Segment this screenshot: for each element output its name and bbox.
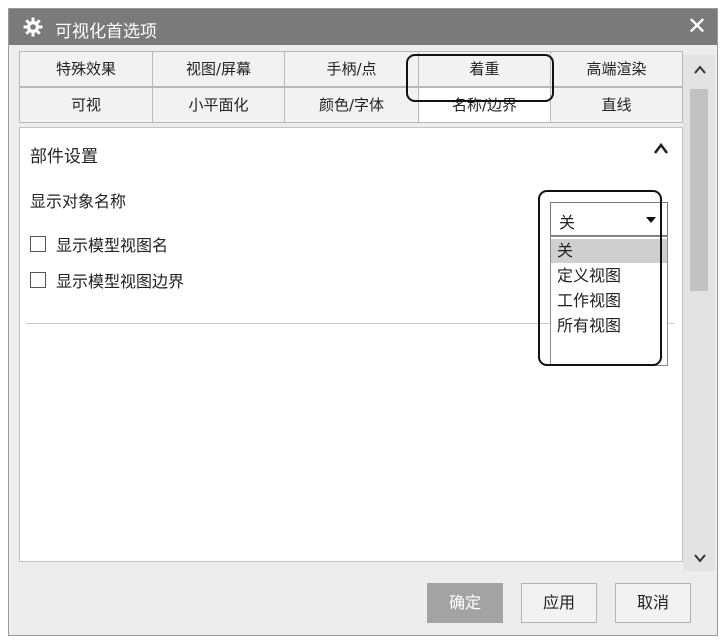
tab-color-font[interactable]: 颜色/字体 [284,87,419,123]
checkbox-box[interactable] [30,272,46,288]
checkbox-box[interactable] [30,236,46,252]
title-bar[interactable]: 可视化首选项 ✕ [9,9,717,45]
ok-button[interactable]: 确定 [427,583,503,623]
scroll-up-icon[interactable] [693,65,707,75]
select-value: 关 [559,213,576,232]
checkbox-label: 显示模型视图名 [56,236,169,255]
tab-names-borders[interactable]: 名称/边界 [418,87,551,123]
preferences-dialog: 可视化首选项 ✕ 特殊效果 视图/屏幕 手柄/点 着重 高端渲染 可视 小平面化… [8,8,718,636]
show-model-view-name-checkbox[interactable]: 显示模型视图名 [30,232,168,256]
section-title: 部件设置 [30,147,98,167]
scroll-down-icon[interactable] [693,553,707,563]
settings-panel: 部件设置 显示对象名称 显示模型视图名 显示模型视图边界 关 关 定义视图 工作… [19,127,683,562]
checkbox-label: 显示模型视图边界 [56,272,185,291]
apply-button[interactable]: 应用 [521,583,597,623]
tab-view-screen[interactable]: 视图/屏幕 [152,51,285,87]
option-off[interactable]: 关 [551,239,667,263]
tab-high-end-rendering[interactable]: 高端渲染 [550,51,683,87]
select-dropdown-list: 关 定义视图 工作视图 所有视图 [550,236,668,366]
option-all-views[interactable]: 所有视图 [551,314,667,338]
show-model-view-border-checkbox[interactable]: 显示模型视图边界 [30,268,184,292]
cancel-button[interactable]: 取消 [615,583,691,623]
display-object-name-label: 显示对象名称 [30,192,127,211]
close-button[interactable]: ✕ [683,11,711,41]
object-name-select[interactable]: 关 [550,202,668,236]
tab-line[interactable]: 直线 [550,87,683,123]
tab-strip: 特殊效果 视图/屏幕 手柄/点 着重 高端渲染 可视 小平面化 颜色/字体 名称… [19,51,683,127]
caret-down-icon[interactable] [645,215,657,225]
tab-emphasis[interactable]: 着重 [418,51,551,87]
scroll-thumb[interactable] [690,89,708,291]
tab-visual[interactable]: 可视 [19,87,153,123]
tab-handles-points[interactable]: 手柄/点 [284,51,419,87]
option-define-view[interactable]: 定义视图 [551,264,667,288]
gear-icon [23,17,43,37]
vertical-scrollbar[interactable] [683,55,715,571]
tab-faceting[interactable]: 小平面化 [152,87,285,123]
window-title: 可视化首选项 [55,22,157,42]
chevron-up-icon[interactable] [652,140,670,158]
option-work-view[interactable]: 工作视图 [551,289,667,313]
tab-special-effects[interactable]: 特殊效果 [19,51,153,87]
